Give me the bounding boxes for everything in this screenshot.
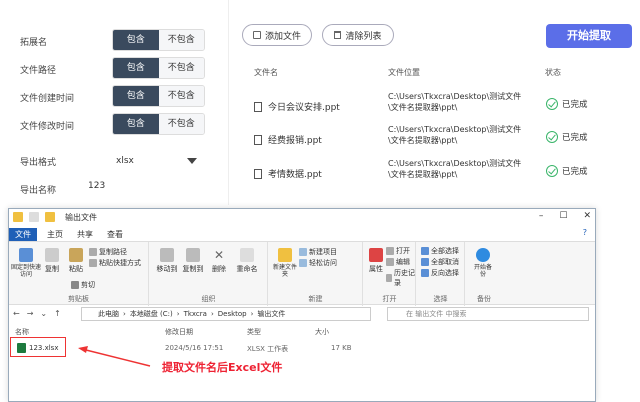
annotation-arrow: [78, 346, 151, 367]
annotation-text: 提取文件名后Excel文件: [162, 361, 283, 374]
app-window: 拓展名 包含 不包含 文件路径 包含 不包含 文件创建时间 包含 不包含 文件修…: [0, 0, 640, 402]
